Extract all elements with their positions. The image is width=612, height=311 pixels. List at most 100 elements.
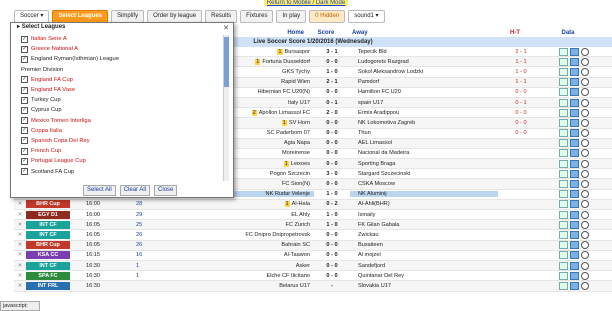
away-team[interactable]: spain U17 xyxy=(350,100,498,106)
hide-row-icon[interactable]: ✕ xyxy=(14,222,26,228)
league-option[interactable]: ✓ Scotland FA Cup xyxy=(21,166,223,176)
stats-icon[interactable] xyxy=(559,169,568,178)
stats-icon[interactable] xyxy=(559,200,568,209)
ball-icon[interactable] xyxy=(581,210,589,219)
away-team[interactable]: Zwickau xyxy=(350,232,498,238)
league-checkbox[interactable]: ✓ xyxy=(21,157,28,165)
ball-icon[interactable] xyxy=(581,118,589,127)
odds-icon[interactable] xyxy=(570,281,579,290)
results-button[interactable]: Results xyxy=(205,9,238,23)
away-team[interactable]: Stargard Szczecinski xyxy=(350,171,498,177)
score[interactable]: 0 - 0 xyxy=(314,232,350,238)
away-team[interactable]: Ermis Aradippou xyxy=(350,110,498,116)
league-checkbox[interactable]: ✓ xyxy=(21,55,28,63)
league-option[interactable]: ✓ Spanish Copa Del Rey xyxy=(21,136,223,146)
score[interactable]: 0 - 0 xyxy=(314,130,350,136)
league-badge[interactable]: INT CF xyxy=(26,261,70,270)
score[interactable]: 0 - 0 xyxy=(314,161,350,167)
league-badge[interactable]: EGY D1 xyxy=(26,210,70,219)
league-checkbox[interactable]: ✓ xyxy=(21,168,28,176)
league-checkbox[interactable]: ✓ xyxy=(21,147,28,155)
stats-icon[interactable] xyxy=(559,220,568,229)
stats-icon[interactable] xyxy=(559,251,568,260)
league-option[interactable]: ✓ Turkey Cup xyxy=(21,95,223,105)
odds-icon[interactable] xyxy=(570,108,579,117)
table-row[interactable]: ✕ INT CF 16:05 25 FC Zurich 1 - 0 FK Gilan Gab… xyxy=(14,220,612,231)
league-option[interactable]: ✓ Cyprus Cup xyxy=(21,105,223,115)
hide-row-icon[interactable]: ✕ xyxy=(14,252,26,258)
stats-icon[interactable] xyxy=(559,261,568,270)
odds-icon[interactable] xyxy=(570,98,579,107)
away-team[interactable]: Hamilton FC U20 xyxy=(350,89,498,95)
select-leagues-button[interactable]: Select Leagues xyxy=(52,9,109,23)
league-badge[interactable]: SPA FC xyxy=(26,271,70,280)
score[interactable]: 3 - 0 xyxy=(314,171,350,177)
odds-icon[interactable] xyxy=(570,261,579,270)
score[interactable]: 0 - 0 xyxy=(314,150,350,156)
odds-icon[interactable] xyxy=(570,78,579,87)
table-row[interactable]: ✕ INT FRL 16:30 Belarus U17- Slovakia U17 xyxy=(14,281,612,292)
ball-icon[interactable] xyxy=(581,139,589,148)
stats-icon[interactable] xyxy=(559,108,568,117)
ball-icon[interactable] xyxy=(581,159,589,168)
ball-icon[interactable] xyxy=(581,200,589,209)
score[interactable]: 1 - 0 xyxy=(314,222,350,228)
table-row[interactable]: ✕ BHR Cup 16:00 28 1 Al-Hala 0 - 2 Al-Ahli(BHR) xyxy=(14,199,612,210)
table-row[interactable]: ✕ BHR Cup 16:05 26 Bahrain SC 0 - 0 Busaiteen xyxy=(14,240,612,251)
home-team[interactable]: FC Dnipro Dnipropetrovsk xyxy=(158,232,314,238)
stats-icon[interactable] xyxy=(559,241,568,250)
score[interactable]: 0 - 0 xyxy=(314,59,350,65)
away-team[interactable]: Ludogorets Razgrad xyxy=(350,59,498,65)
close-button[interactable]: Close xyxy=(154,185,178,196)
score[interactable]: 0 - 0 xyxy=(314,273,350,279)
home-team[interactable]: Elche CF Ilicitano xyxy=(158,273,314,279)
odds-icon[interactable] xyxy=(570,149,579,158)
hide-row-icon[interactable]: ✕ xyxy=(14,273,26,279)
stats-icon[interactable] xyxy=(559,230,568,239)
ball-icon[interactable] xyxy=(581,57,589,66)
score[interactable]: 1 - 0 xyxy=(314,191,350,197)
fixtures-button[interactable]: Fixtures xyxy=(240,9,274,23)
stats-icon[interactable] xyxy=(559,159,568,168)
stats-icon[interactable] xyxy=(559,210,568,219)
score[interactable]: 0 - 0 xyxy=(314,120,350,126)
stats-icon[interactable] xyxy=(559,129,568,138)
ball-icon[interactable] xyxy=(581,169,589,178)
stats-icon[interactable] xyxy=(559,118,568,127)
table-row[interactable]: ✕ INT CF 16:05 26 FC Dnipro Dnipropetrovsk 0 … xyxy=(14,230,612,241)
league-option[interactable]: ✓ Italian Serie A xyxy=(21,34,223,44)
league-checkbox[interactable]: ✓ xyxy=(21,106,28,114)
odds-icon[interactable] xyxy=(570,230,579,239)
odds-icon[interactable] xyxy=(570,47,579,56)
hide-row-icon[interactable]: ✕ xyxy=(14,201,26,207)
away-team[interactable]: Ismaily xyxy=(350,212,498,218)
ball-icon[interactable] xyxy=(581,98,589,107)
away-team[interactable]: Nacional da Madeira xyxy=(350,150,498,156)
score[interactable]: 0 - 0 xyxy=(314,89,350,95)
ball-icon[interactable] xyxy=(581,88,589,97)
stats-icon[interactable] xyxy=(559,180,568,189)
stats-icon[interactable] xyxy=(559,149,568,158)
odds-icon[interactable] xyxy=(570,180,579,189)
hide-row-icon[interactable]: ✕ xyxy=(14,232,26,238)
scrollbar-thumb[interactable] xyxy=(224,37,229,87)
odds-icon[interactable] xyxy=(570,271,579,280)
odds-icon[interactable] xyxy=(570,251,579,260)
order-by-league-button[interactable]: Order by league xyxy=(147,9,203,23)
home-team[interactable]: Bahrain SC xyxy=(158,242,314,248)
league-checkbox[interactable]: ✓ xyxy=(21,35,28,43)
stats-icon[interactable] xyxy=(559,47,568,56)
score[interactable]: 3 - 1 xyxy=(314,49,350,55)
league-checkbox[interactable]: ✓ xyxy=(21,76,28,84)
ball-icon[interactable] xyxy=(581,261,589,270)
league-checkbox[interactable]: ✓ xyxy=(21,117,28,125)
league-badge[interactable]: BHR Cup xyxy=(26,200,70,209)
in-play-button[interactable]: In play xyxy=(276,9,307,23)
odds-icon[interactable] xyxy=(570,88,579,97)
away-team[interactable]: NK Aluminij xyxy=(350,191,498,198)
score[interactable]: 1 - 0 xyxy=(314,212,350,218)
ball-icon[interactable] xyxy=(581,78,589,87)
stats-icon[interactable] xyxy=(559,190,568,199)
score[interactable]: - xyxy=(314,283,350,289)
table-row[interactable]: ✕ EGY D1 16:00 29 EL Ahly 1 - 0 Ismaily xyxy=(14,210,612,221)
